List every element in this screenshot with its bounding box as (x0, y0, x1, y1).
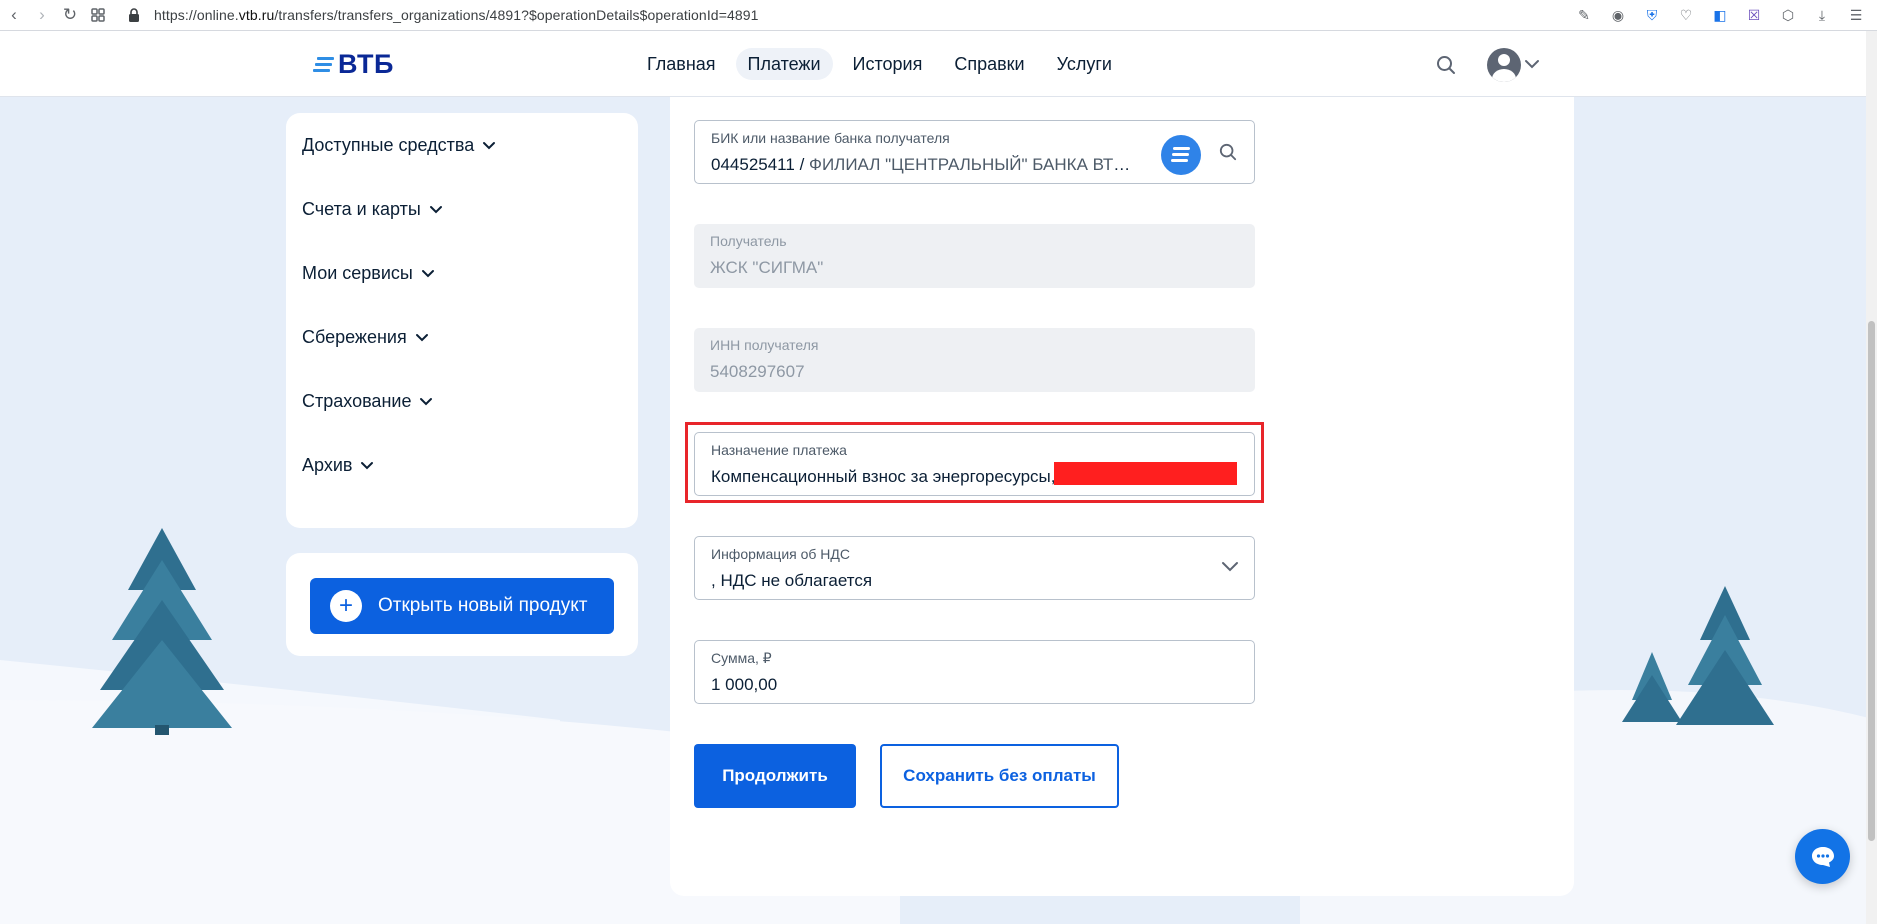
recipient-field-value: ЖСК "СИГМА" (710, 258, 824, 277)
scrollbar-thumb[interactable] (1868, 321, 1875, 841)
forward-icon[interactable]: › (28, 1, 56, 29)
sidebar-item-savings[interactable]: Сбережения (302, 327, 429, 348)
bank-separator: / (794, 155, 810, 174)
nav-item-statements[interactable]: Справки (942, 48, 1036, 80)
chevron-down-icon (429, 206, 442, 214)
new-product-card: + Открыть новый продукт (286, 553, 638, 656)
camera-icon[interactable]: ◉ (1607, 4, 1629, 26)
continue-button[interactable]: Продолжить (694, 744, 856, 808)
chat-button[interactable] (1795, 829, 1850, 884)
recipient-field: Получатель ЖСК "СИГМА" (694, 224, 1255, 288)
vtb-logo[interactable]: ВТБ (313, 49, 394, 80)
sidebar-item-label: Счета и карты (302, 199, 421, 219)
chevron-down-icon[interactable] (1524, 56, 1540, 74)
sidebar-item-label: Страхование (302, 391, 412, 411)
search-icon[interactable] (1219, 143, 1237, 166)
chevron-down-icon[interactable] (1221, 559, 1239, 577)
sidebar-item-my-services[interactable]: Мои сервисы (302, 263, 435, 284)
bank-field-value: 044525411 / ФИЛИАЛ "ЦЕНТРАЛЬНЫЙ" БАНКА В… (711, 155, 1141, 175)
save-without-payment-button[interactable]: Сохранить без оплаты (880, 744, 1119, 808)
url-prefix: https://online. (154, 7, 239, 23)
vtb-bank-icon (1161, 135, 1201, 175)
address-bar[interactable]: https://online.vtb.ru/transfers/transfer… (154, 7, 759, 23)
vat-select-value: , НДС не облагается (711, 571, 873, 590)
bank-bik: 044525411 (711, 155, 795, 174)
inn-field-value: 5408297607 (710, 362, 805, 381)
site-header: ВТБ Главная Платежи История Справки Услу… (0, 31, 1866, 97)
amount-field-value: 1 000,00 (711, 675, 778, 694)
vat-select-label: Информация об НДС (711, 546, 851, 562)
logo-mark (313, 56, 334, 74)
sidebar-item-archive[interactable]: Архив (302, 455, 374, 476)
nav-item-services[interactable]: Услуги (1045, 48, 1124, 80)
bank-field[interactable]: БИК или название банка получателя 044525… (694, 120, 1255, 184)
chevron-down-icon (483, 142, 496, 150)
cube-icon[interactable]: ⬡ (1777, 4, 1799, 26)
bank-name: ФИЛИАЛ "ЦЕНТРАЛЬНЫЙ" БАНКА ВТБ (П... (809, 155, 1141, 174)
menu-icon[interactable]: ☰ (1845, 4, 1867, 26)
chat-icon (1811, 846, 1834, 867)
chevron-down-icon (361, 462, 374, 470)
open-new-product-label: Открыть новый продукт (378, 595, 588, 616)
avatar-head (1498, 54, 1510, 66)
redaction-block (1054, 462, 1237, 485)
main-navigation: Главная Платежи История Справки Услуги (635, 48, 1124, 80)
vat-select[interactable]: Информация об НДС , НДС не облагается (694, 536, 1255, 600)
nav-item-payments[interactable]: Платежи (735, 48, 833, 80)
inn-field-label: ИНН получателя (710, 337, 819, 353)
sidebar-item-available-funds[interactable]: Доступные средства (302, 135, 496, 156)
amount-field[interactable]: Сумма, ₽ 1 000,00 (694, 640, 1255, 704)
inn-field: ИНН получателя 5408297607 (694, 328, 1255, 392)
sidebar-menu: Доступные средства Счета и карты Мои сер… (286, 113, 638, 528)
back-icon[interactable]: ‹ (0, 1, 28, 29)
translate-icon[interactable]: ◧ (1709, 4, 1731, 26)
url-domain: vtb.ru (238, 7, 275, 23)
heart-icon[interactable]: ♡ (1675, 4, 1697, 26)
reload-icon[interactable]: ↻ (56, 1, 84, 29)
search-icon[interactable] (1436, 55, 1456, 80)
chevron-down-icon (415, 334, 428, 342)
chevron-down-icon (421, 270, 434, 278)
sidebar-item-insurance[interactable]: Страхование (302, 391, 433, 412)
bank-field-label: БИК или название банка получателя (711, 130, 950, 146)
tabs-grid-icon[interactable] (84, 1, 112, 29)
sidebar-item-label: Мои сервисы (302, 263, 413, 283)
url-path: /transfers/transfers_organizations/4891?… (274, 7, 759, 23)
sidebar-item-accounts-cards[interactable]: Счета и карты (302, 199, 443, 220)
logo-text: ВТБ (338, 49, 394, 79)
avatar[interactable] (1487, 48, 1521, 82)
shield-icon[interactable]: ⛨ (1641, 4, 1663, 26)
lock-icon (126, 7, 142, 23)
page-scrollbar[interactable] (1866, 31, 1877, 924)
browser-extensions: ✎ ◉ ⛨ ♡ ◧ ☒ ⬡ ⤓ ☰ (1573, 4, 1867, 26)
nav-item-home[interactable]: Главная (635, 48, 728, 80)
open-new-product-button[interactable]: + Открыть новый продукт (310, 578, 614, 634)
sidebar-item-label: Доступные средства (302, 135, 475, 155)
avatar-body (1492, 69, 1516, 82)
sidebar-item-label: Архив (302, 455, 353, 475)
amount-field-label: Сумма, ₽ (711, 650, 772, 666)
sidebar-item-label: Сбережения (302, 327, 407, 347)
browser-toolbar: ‹ › ↻ https://online.vtb.ru/transfers/tr… (0, 0, 1877, 31)
recipient-field-label: Получатель (710, 233, 787, 249)
chevron-down-icon (420, 398, 433, 406)
edit-icon[interactable]: ✎ (1573, 4, 1595, 26)
download-icon[interactable]: ⤓ (1811, 4, 1833, 26)
plus-icon: + (330, 590, 362, 622)
nav-item-history[interactable]: История (841, 48, 935, 80)
close-box-icon[interactable]: ☒ (1743, 4, 1765, 26)
